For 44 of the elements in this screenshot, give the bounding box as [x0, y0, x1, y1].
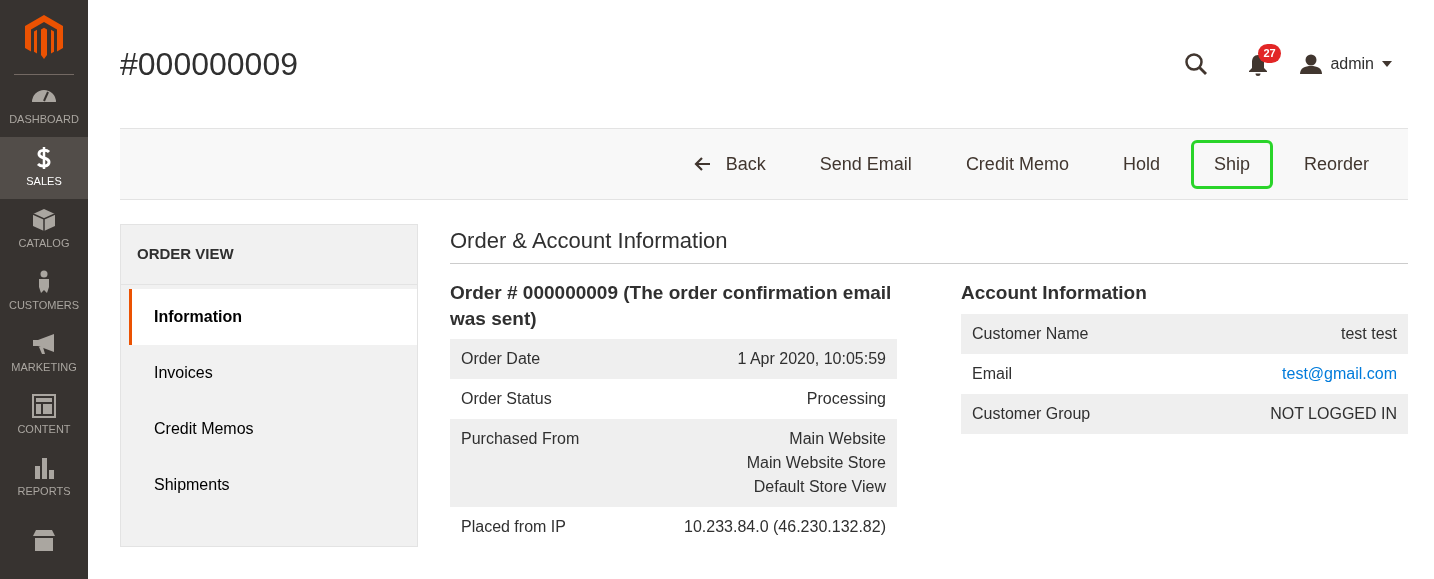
order-heading: Order # 000000009 (The order confirmation email was sent): [450, 281, 893, 331]
nav-item[interactable]: CONTENT: [0, 385, 88, 447]
row-value: NOT LOGGED IN: [1270, 403, 1397, 424]
panel-title: ORDER VIEW: [121, 225, 417, 285]
row-value: test test: [1340, 323, 1397, 344]
row-label: Customer Group: [972, 403, 1091, 424]
action-button[interactable]: Reorder: [1280, 139, 1392, 189]
storefront-icon: [30, 528, 58, 552]
row-label: Order Date: [461, 349, 541, 370]
layout-icon: [30, 394, 58, 419]
row-label: Purchased From: [461, 429, 580, 450]
nav-item[interactable]: CUSTOMERS: [0, 261, 88, 323]
row-label: Order Status: [461, 389, 552, 410]
action-button[interactable]: Send Email: [796, 139, 935, 189]
account-heading: Account Information: [961, 281, 1148, 305]
row-value: 10.233.84.0 (46.230.132.82): [684, 517, 886, 538]
nav-item[interactable]: DASHBOARD: [0, 75, 88, 137]
caret-icon: [1382, 61, 1392, 67]
action-button[interactable]: Ship: [1190, 139, 1273, 189]
user-icon: [1300, 54, 1323, 74]
nav-item[interactable]: CATALOG: [0, 199, 88, 261]
action-button[interactable]: Hold: [1099, 139, 1183, 189]
page-title: #000000009: [120, 44, 298, 84]
nav-item[interactable]: REPORTS: [0, 447, 88, 509]
row-value: 1 Apr 2020, 10:05:59: [737, 349, 886, 370]
logo-icon: [25, 15, 63, 59]
row-label: Placed from IP: [461, 517, 566, 538]
nav-item[interactable]: MARKETING: [0, 323, 88, 385]
action-button[interactable]: Credit Memo: [942, 139, 1092, 189]
tab[interactable]: Information: [129, 288, 417, 345]
user-name: admin: [1330, 54, 1374, 74]
row-label: Email: [972, 363, 1012, 384]
section-title: Order & Account Information: [450, 224, 1408, 264]
notification-count: 27: [1258, 44, 1281, 63]
row-label: Customer Name: [972, 323, 1089, 344]
search-icon[interactable]: [1184, 52, 1209, 76]
nav-item[interactable]: SALES: [0, 137, 88, 199]
email-link[interactable]: test@gmail.com: [1282, 361, 1397, 386]
row-value: Processing: [806, 389, 886, 410]
arrow-left-icon: [693, 157, 710, 171]
user-menu[interactable]: admin: [1300, 52, 1392, 76]
box-icon: [30, 208, 58, 233]
row-value: Main Website Main Website Store Default Store View: [746, 429, 886, 498]
back-button[interactable]: Back: [670, 139, 789, 189]
